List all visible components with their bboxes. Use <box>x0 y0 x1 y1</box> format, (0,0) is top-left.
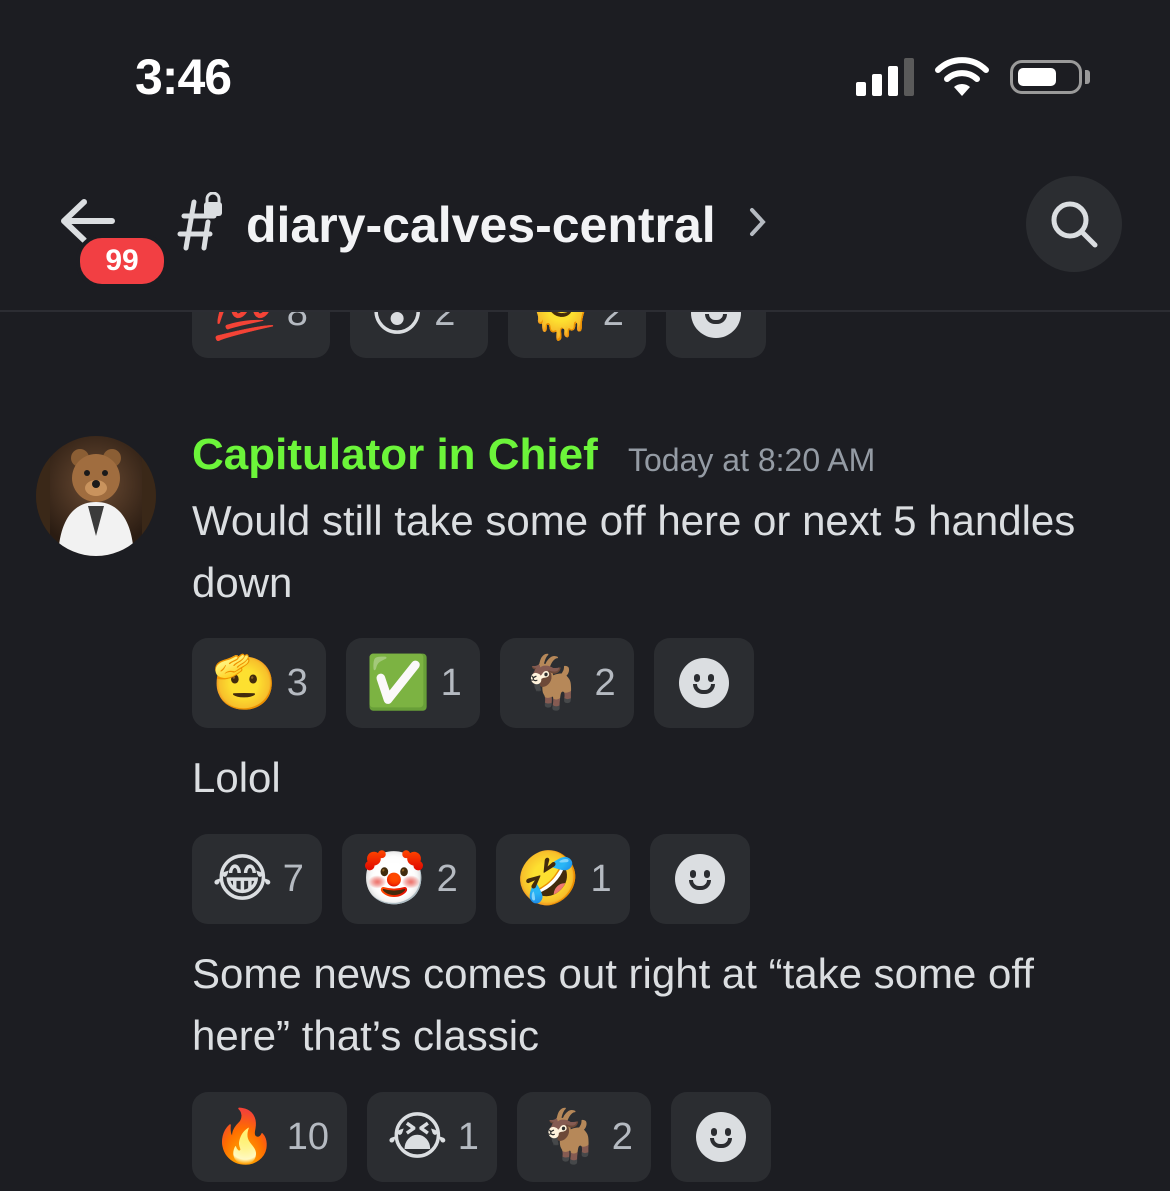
wifi-icon <box>935 57 989 96</box>
reaction-emoji: 🐐 <box>519 653 585 713</box>
reaction-emoji: 😂 <box>212 849 273 909</box>
reaction-emoji: ✅ <box>365 653 431 713</box>
reaction-pill[interactable]: 😂 7 <box>192 834 322 924</box>
avatar[interactable] <box>36 436 156 556</box>
reaction-pill[interactable]: 🤣 1 <box>495 834 630 924</box>
add-reaction-button[interactable] <box>649 834 750 924</box>
reaction-count: 1 <box>440 661 462 704</box>
reaction-count: 7 <box>282 857 304 900</box>
channel-header: 99 diary-calves-central <box>0 170 1170 312</box>
reaction-pill[interactable]: 😭 1 <box>367 1092 497 1182</box>
battery-cap <box>1085 70 1090 84</box>
message-timestamp: Today at 8:20 AM <box>628 442 876 478</box>
reaction-row: 🔥 10 😭 1 🐐 2 <box>192 1092 771 1182</box>
message-text: Some news comes out right at “take some … <box>192 950 1034 1059</box>
reaction-pill[interactable]: 🐐 2 <box>499 638 634 728</box>
reaction-count: 2 <box>436 857 458 900</box>
reaction-row: 😂 7 🤡 2 🤣 1 <box>192 834 750 924</box>
reaction-pill[interactable]: ✅ 1 <box>345 638 480 728</box>
channel-name[interactable]: diary-calves-central <box>246 196 716 254</box>
locked-channel-icon <box>177 192 222 251</box>
reaction-count: 2 <box>594 661 616 704</box>
reaction-pill[interactable]: 🫡 3 <box>192 638 326 728</box>
add-reaction-button[interactable] <box>653 638 754 728</box>
add-reaction-icon <box>695 1112 746 1162</box>
search-icon <box>1051 201 1098 248</box>
search-button[interactable] <box>1026 176 1122 272</box>
reaction-pill[interactable]: 🐐 2 <box>516 1092 651 1182</box>
message-text: Would still take some off here or next 5… <box>192 497 1076 606</box>
reaction-count: 10 <box>286 1115 330 1158</box>
reaction-emoji: 😭 <box>387 1107 448 1167</box>
add-reaction-icon <box>674 854 725 904</box>
reaction-emoji: 🔥 <box>212 1107 277 1167</box>
reaction-emoji: 🫡 <box>212 653 277 713</box>
add-reaction-button[interactable] <box>670 1092 771 1182</box>
status-time: 3:46 <box>135 49 232 105</box>
message-author[interactable]: Capitulator in Chief <box>192 430 598 480</box>
reaction-pill[interactable]: 🔥 10 <box>192 1092 348 1182</box>
reaction-emoji: 🤡 <box>361 849 427 909</box>
reaction-count: 3 <box>286 661 308 704</box>
reaction-pill[interactable]: 🤡 2 <box>341 834 476 924</box>
add-reaction-icon <box>678 658 729 708</box>
chevron-right-icon[interactable] <box>748 204 768 240</box>
unread-badge: 99 <box>76 234 168 288</box>
reaction-emoji: 🐐 <box>536 1107 602 1167</box>
battery-icon <box>1010 60 1082 94</box>
bear-avatar-image <box>36 436 156 556</box>
signal-icon <box>856 58 916 96</box>
message-text: Lolol <box>192 754 281 801</box>
reaction-count: 2 <box>611 1115 633 1158</box>
reaction-count: 1 <box>457 1115 479 1158</box>
reaction-emoji: 🤣 <box>515 849 581 909</box>
reaction-row: 🫡 3 ✅ 1 🐐 2 <box>192 638 754 728</box>
reaction-count: 1 <box>590 857 612 900</box>
